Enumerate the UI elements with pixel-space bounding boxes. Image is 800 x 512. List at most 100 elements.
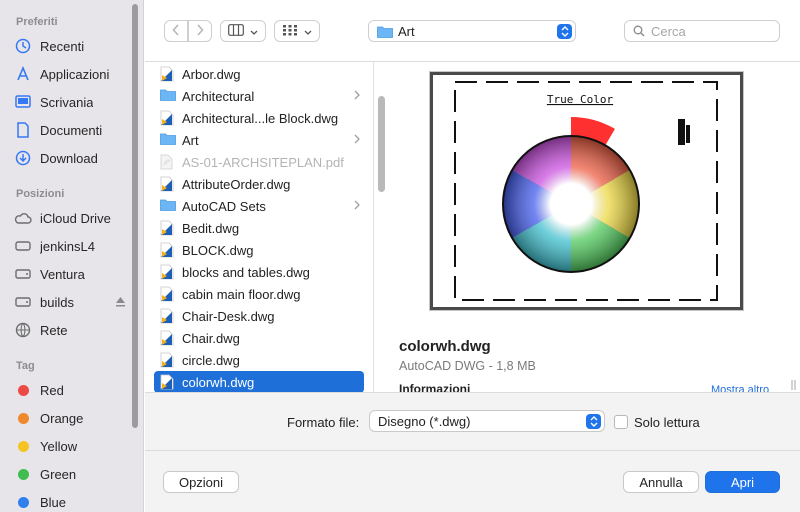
sidebar-item-label: jenkinsL4 xyxy=(40,238,95,254)
search-field[interactable]: Cerca xyxy=(624,20,780,42)
file-name: cabin main floor.dwg xyxy=(182,286,301,302)
path-label: Art xyxy=(398,23,415,39)
file-name: Architectural xyxy=(182,88,255,104)
sidebar-item-documents[interactable]: Documenti xyxy=(12,118,130,142)
file-name: BLOCK.dwg xyxy=(182,242,254,258)
file-name: Chair.dwg xyxy=(182,330,240,346)
file-row[interactable]: circle.dwg xyxy=(154,349,364,371)
eject-icon[interactable] xyxy=(115,295,126,310)
preview-thumbnail: True Color xyxy=(430,72,743,310)
disk-icon xyxy=(12,269,34,279)
file-row[interactable]: Arbor.dwg xyxy=(154,63,364,85)
folder-icon xyxy=(377,25,393,38)
preview-file-name: colorwh.dwg xyxy=(399,338,491,355)
sidebar-tag-green[interactable]: Green xyxy=(12,462,130,486)
file-row[interactable]: BLOCK.dwg xyxy=(154,239,364,261)
sidebar-item-icloud[interactable]: iCloud Drive xyxy=(12,206,130,230)
sidebar-item-label: Yellow xyxy=(40,438,78,454)
file-row[interactable]: blocks and tables.dwg xyxy=(154,261,364,283)
sidebar-item-label: builds xyxy=(40,294,74,310)
sidebar-item-label: Orange xyxy=(40,410,84,426)
file-row[interactable]: AttributeOrder.dwg xyxy=(154,173,364,195)
file-row[interactable]: colorwh.dwg xyxy=(154,371,364,392)
file-row[interactable]: Bedit.dwg xyxy=(154,217,364,239)
computer-icon xyxy=(12,241,34,251)
folder-row[interactable]: AutoCAD Sets xyxy=(154,195,364,217)
sidebar-section-favorites: Preferiti xyxy=(16,16,58,28)
sidebar-tag-red[interactable]: Red xyxy=(12,378,130,402)
file-list-scrollbar[interactable] xyxy=(378,96,385,192)
file-format-select[interactable]: Disegno (*.dwg) xyxy=(369,410,605,432)
file-name: blocks and tables.dwg xyxy=(182,264,310,280)
file-list: Arbor.dwg Architectural Architectural...le… xyxy=(145,62,374,392)
updown-chevron-icon xyxy=(557,24,572,39)
options-button[interactable]: Opzioni xyxy=(163,471,239,493)
readonly-checkbox[interactable] xyxy=(614,415,628,429)
sidebar-item-label: Red xyxy=(40,382,64,398)
sidebar-item-network[interactable]: Rete xyxy=(12,318,130,342)
sidebar-item-label: Scrivania xyxy=(40,94,94,110)
download-icon xyxy=(12,150,34,166)
sidebar-item-recents[interactable]: Recenti xyxy=(12,34,130,58)
preview-resize-handle[interactable] xyxy=(791,379,796,393)
bottom-separator xyxy=(145,450,800,451)
dwg-file-icon xyxy=(160,264,174,280)
file-row[interactable]: Chair.dwg xyxy=(154,327,364,349)
sidebar-item-label: Documenti xyxy=(40,122,103,138)
chevron-right-icon xyxy=(354,199,360,213)
sidebar-item-ventura[interactable]: Ventura xyxy=(12,262,130,286)
search-placeholder: Cerca xyxy=(651,23,686,39)
chevron-right-icon xyxy=(354,133,360,147)
sidebar-item-downloads[interactable]: Download xyxy=(12,146,130,170)
file-name: AutoCAD Sets xyxy=(182,198,266,214)
file-name: Architectural...le Block.dwg xyxy=(182,110,339,126)
dwg-file-icon xyxy=(160,330,174,346)
group-button[interactable] xyxy=(274,20,320,42)
chevron-left-icon xyxy=(172,23,180,39)
folder-icon xyxy=(160,198,176,214)
file-row[interactable]: cabin main floor.dwg xyxy=(154,283,364,305)
grid-view-icon xyxy=(282,24,298,39)
sidebar-item-label: Download xyxy=(40,150,98,166)
chevron-right-icon xyxy=(354,89,360,103)
sidebar-section-locations: Posizioni xyxy=(16,188,65,200)
open-button[interactable]: Apri xyxy=(705,471,780,493)
pdf-file-icon xyxy=(160,154,174,170)
file-name: Arbor.dwg xyxy=(182,66,241,82)
tag-dot-icon xyxy=(17,384,29,396)
preview-file-kind: AutoCAD DWG - 1,8 MB xyxy=(399,359,536,373)
color-wheel xyxy=(484,117,658,291)
clock-icon xyxy=(12,38,34,54)
dwg-file-icon xyxy=(160,374,174,390)
dwg-file-icon xyxy=(160,176,174,192)
file-row[interactable]: Chair-Desk.dwg xyxy=(154,305,364,327)
dwg-file-icon xyxy=(160,352,174,368)
desktop-icon xyxy=(12,95,34,109)
dwg-file-icon xyxy=(160,110,174,126)
sidebar-item-jenkins[interactable]: jenkinsL4 xyxy=(12,234,130,258)
sidebar-tag-orange[interactable]: Orange xyxy=(12,406,130,430)
drawing-text-mark xyxy=(678,119,690,145)
disk-icon xyxy=(12,297,34,307)
forward-button[interactable] xyxy=(188,20,212,42)
view-mode-button[interactable] xyxy=(220,20,266,42)
file-row[interactable]: Architectural...le Block.dwg xyxy=(154,107,364,129)
path-popup[interactable]: Art xyxy=(368,20,576,42)
readonly-label: Solo lettura xyxy=(634,415,700,430)
columns-view-icon xyxy=(228,23,244,39)
sidebar-item-builds[interactable]: builds xyxy=(12,290,130,314)
sidebar-item-applications[interactable]: Applicazioni xyxy=(12,62,130,86)
sidebar-item-desktop[interactable]: Scrivania xyxy=(12,90,130,114)
back-button[interactable] xyxy=(164,20,188,42)
folder-row[interactable]: Architectural xyxy=(154,85,364,107)
folder-row[interactable]: Art xyxy=(154,129,364,151)
sidebar-tag-blue[interactable]: Blue xyxy=(12,490,130,512)
file-row: AS-01-ARCHSITEPLAN.pdf xyxy=(154,151,364,173)
sidebar-scrollbar[interactable] xyxy=(132,4,138,428)
file-format-value: Disegno (*.dwg) xyxy=(378,413,471,429)
sidebar-tag-yellow[interactable]: Yellow xyxy=(12,434,130,458)
chevron-right-icon xyxy=(196,23,204,39)
cancel-button[interactable]: Annulla xyxy=(623,471,699,493)
dwg-file-icon xyxy=(160,66,174,82)
folder-icon xyxy=(160,132,176,148)
